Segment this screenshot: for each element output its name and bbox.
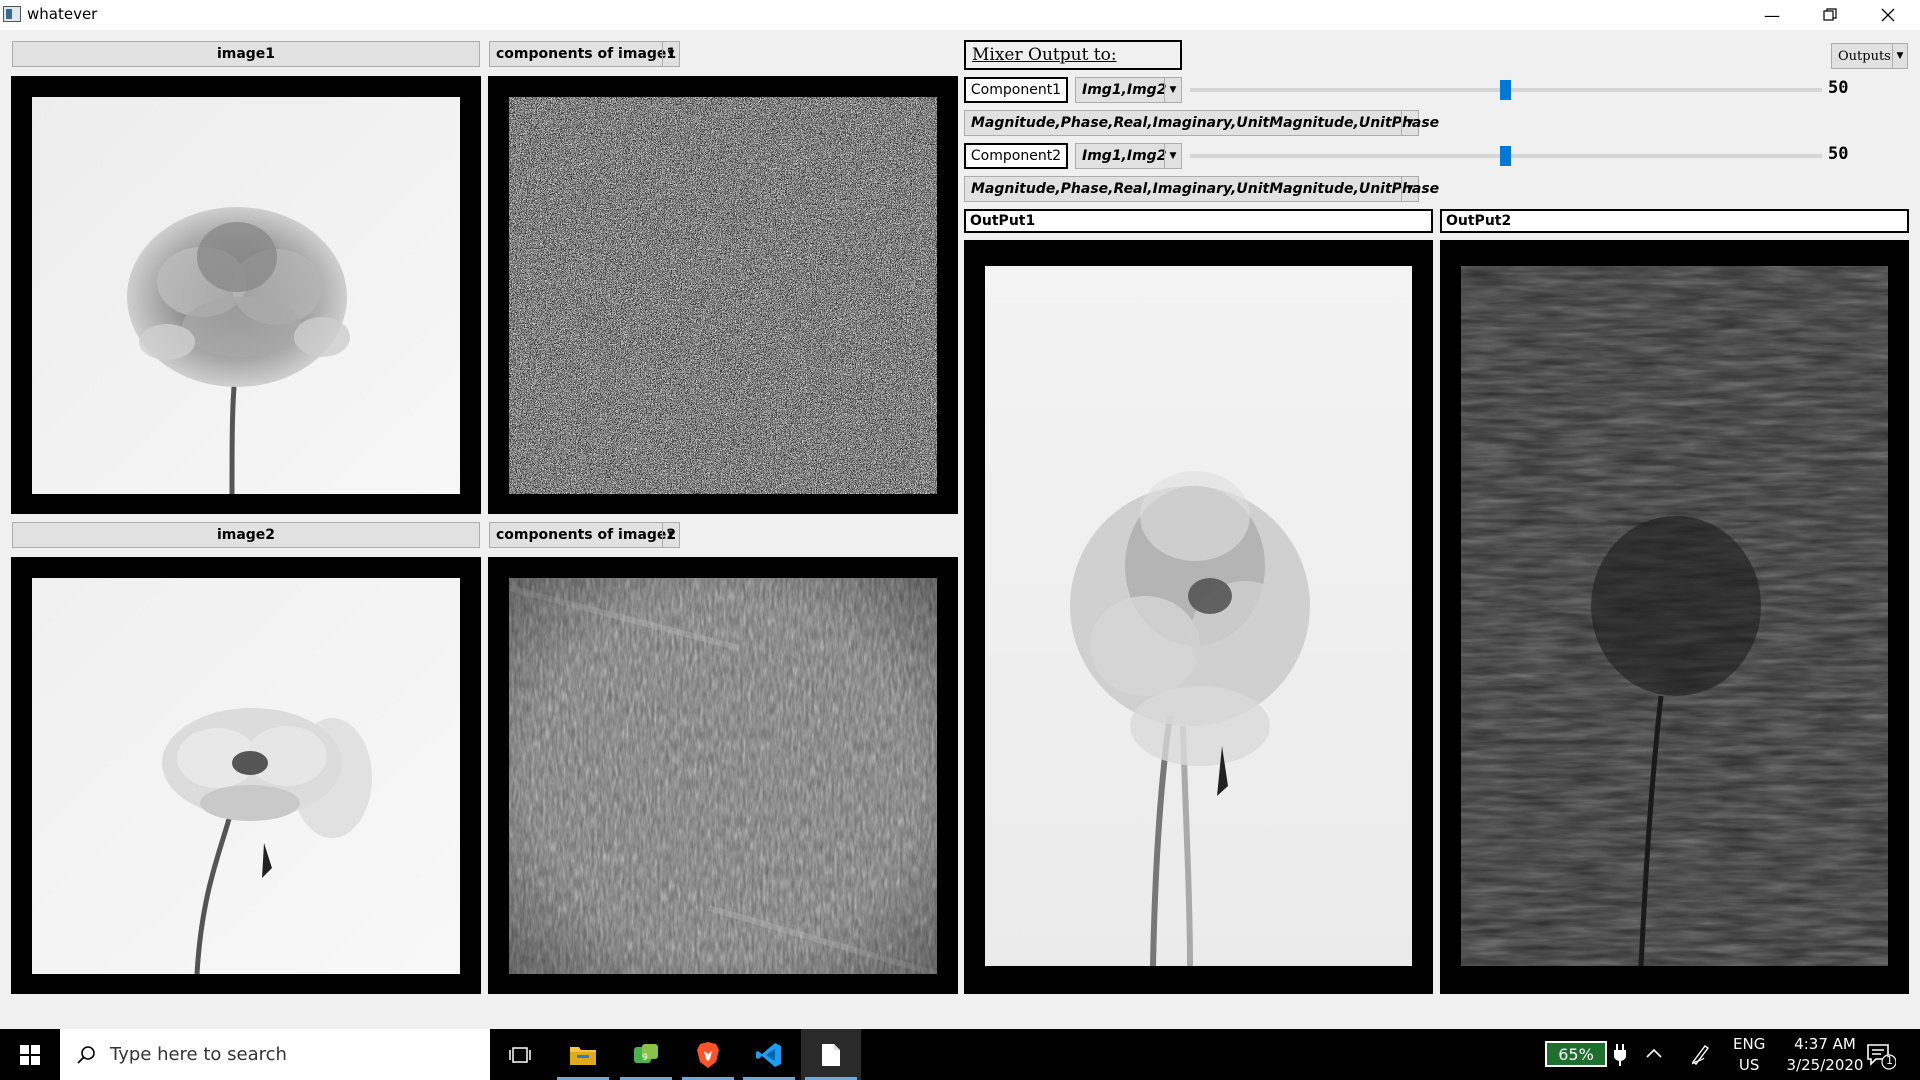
vscode-icon[interactable]: [739, 1029, 799, 1080]
image2-combo-label: components of image2: [496, 527, 677, 543]
component1-slider[interactable]: [1190, 78, 1822, 102]
notification-count: 1: [1886, 1054, 1893, 1067]
pen-icon[interactable]: [1690, 1042, 1712, 1070]
brave-browser-icon[interactable]: [678, 1029, 738, 1080]
keyboard-layout: US: [1738, 1056, 1760, 1074]
slider-thumb[interactable]: [1500, 146, 1511, 166]
battery-indicator[interactable]: 65%: [1545, 1041, 1607, 1067]
output2-label: OutPut2: [1440, 209, 1909, 233]
file-explorer-icon[interactable]: [553, 1029, 613, 1080]
windows-start-icon[interactable]: [0, 1029, 60, 1080]
close-icon[interactable]: [1859, 0, 1917, 30]
chevron-down-icon[interactable]: ▼: [662, 523, 679, 547]
outputs-combo[interactable]: Outputs ▼: [1831, 43, 1908, 69]
minimize-icon[interactable]: —: [1743, 0, 1801, 30]
document-app-icon[interactable]: [801, 1029, 861, 1080]
component1-images-label: Img1,Img2: [1082, 82, 1167, 98]
image1-phase-noise: [509, 97, 937, 494]
component2-type-combo[interactable]: Magnitude,Phase,Real,Imaginary,UnitMagni…: [964, 176, 1439, 202]
image2-magnitude-texture: [509, 578, 937, 974]
search-placeholder: Type here to search: [110, 1044, 287, 1065]
clock-date: 3/25/2020: [1786, 1056, 1864, 1074]
window-title: whatever: [27, 5, 98, 23]
component2-images-combo[interactable]: Img1,Img2 ▼: [1075, 143, 1182, 169]
task-view-icon[interactable]: [490, 1029, 550, 1080]
image2-component-viewer[interactable]: [488, 557, 958, 994]
image1-components-combo[interactable]: components of image1 ▼: [489, 41, 680, 67]
search-box[interactable]: Type here to search: [60, 1029, 490, 1080]
clock-time: 4:37 AM: [1794, 1035, 1856, 1053]
language-code: ENG: [1733, 1035, 1766, 1053]
title-bar: [0, 0, 1920, 30]
chevron-down-icon[interactable]: ▼: [662, 42, 679, 66]
app-icon: [3, 6, 21, 22]
component2-images-label: Img1,Img2: [1082, 148, 1167, 164]
output2-picture: [1461, 266, 1888, 966]
chevron-up-icon[interactable]: [1645, 1045, 1663, 1064]
chevron-down-icon[interactable]: ▼: [1164, 144, 1181, 168]
output1-picture: [985, 266, 1412, 966]
component1-value: 50: [1828, 78, 1849, 98]
component1-type-label: Magnitude,Phase,Real,Imaginary,UnitMagni…: [971, 115, 1440, 131]
mixer-output-label: Mixer Output to:: [964, 40, 1182, 70]
image2-viewer[interactable]: [11, 557, 481, 994]
component1-type-combo[interactable]: Magnitude,Phase,Real,Imaginary,UnitMagni…: [964, 110, 1439, 136]
image1-combo-label: components of image1: [496, 46, 677, 62]
component2-label: Component2: [964, 143, 1068, 169]
component2-slider[interactable]: [1190, 144, 1822, 168]
notification-icon[interactable]: 1: [1866, 1042, 1897, 1074]
component1-label: Component1: [964, 77, 1068, 103]
component1-images-combo[interactable]: Img1,Img2 ▼: [1075, 77, 1182, 103]
output2-viewer[interactable]: [1440, 240, 1909, 994]
image1-button[interactable]: image1: [12, 41, 480, 67]
restore-icon[interactable]: [1801, 0, 1859, 30]
output1-viewer[interactable]: [964, 240, 1433, 994]
language-indicator[interactable]: ENG US: [1733, 1034, 1765, 1076]
image1-picture: [32, 97, 460, 494]
outputs-combo-label: Outputs: [1838, 48, 1891, 64]
chevron-down-icon[interactable]: ▼: [1164, 78, 1181, 102]
output1-label: OutPut1: [964, 209, 1433, 233]
image1-viewer[interactable]: [11, 76, 481, 514]
image2-button[interactable]: image2: [12, 522, 480, 548]
image1-component-viewer[interactable]: [488, 76, 958, 514]
green-app-icon[interactable]: 9: [616, 1029, 676, 1080]
slider-thumb[interactable]: [1500, 80, 1511, 100]
chevron-down-icon[interactable]: ▼: [1401, 111, 1418, 135]
svg-text:9: 9: [642, 1053, 648, 1063]
search-icon: [76, 1045, 96, 1065]
component2-value: 50: [1828, 144, 1849, 164]
clock[interactable]: 4:37 AM 3/25/2020: [1775, 1034, 1875, 1076]
power-plug-icon: [1613, 1044, 1627, 1070]
chevron-down-icon[interactable]: ▼: [1401, 177, 1418, 201]
component2-type-label: Magnitude,Phase,Real,Imaginary,UnitMagni…: [971, 181, 1440, 197]
image2-picture: [32, 578, 460, 974]
chevron-down-icon[interactable]: ▼: [1892, 44, 1907, 68]
image2-components-combo[interactable]: components of image2 ▼: [489, 522, 680, 548]
